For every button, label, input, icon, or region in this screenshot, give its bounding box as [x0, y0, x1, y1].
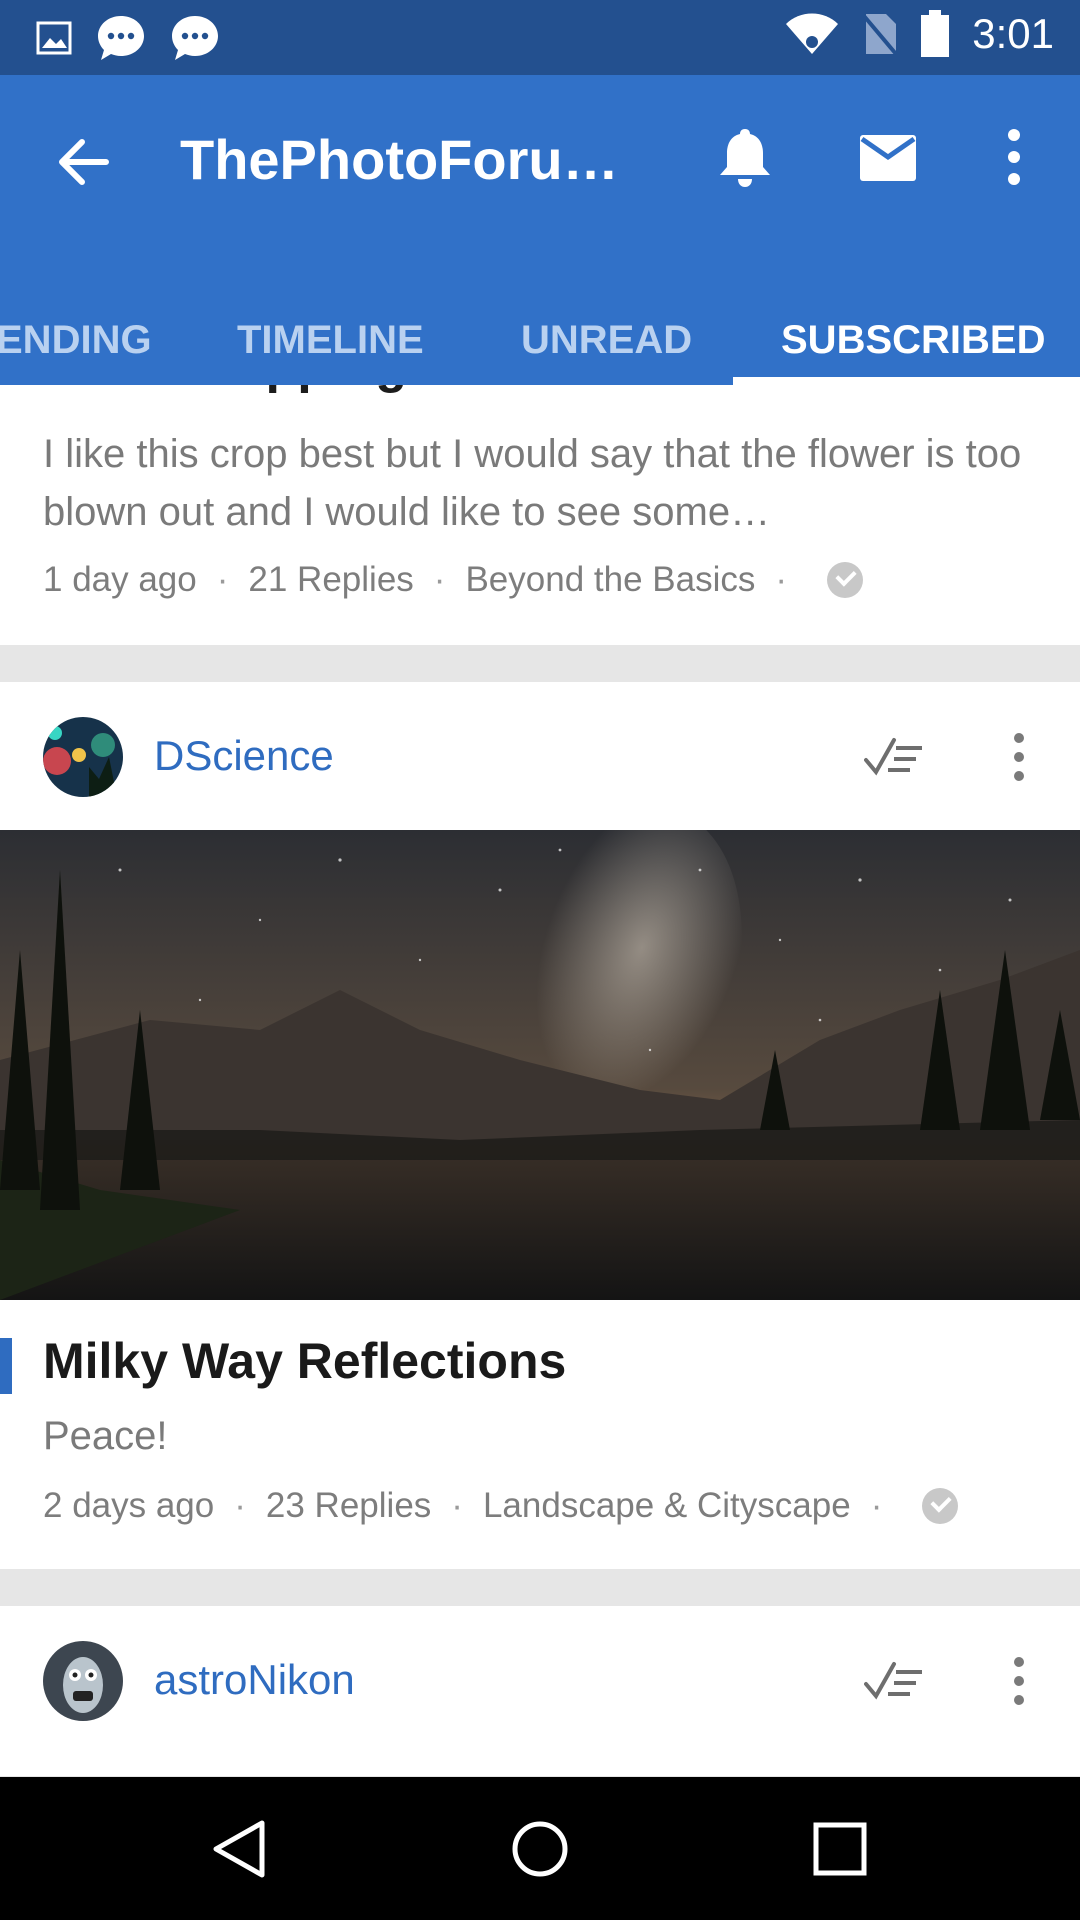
nav-home-button[interactable]	[508, 1817, 572, 1881]
item-overflow-button[interactable]	[1010, 732, 1028, 782]
nav-recents-button[interactable]	[808, 1817, 872, 1881]
nav-recents-icon	[813, 1822, 867, 1876]
author-row: astroNikon	[0, 1606, 1080, 1756]
messages-button[interactable]	[858, 133, 918, 183]
topic-title: Head cropping	[43, 385, 407, 395]
topic-forum[interactable]: Beyond the Basics	[465, 560, 755, 600]
avatar[interactable]	[43, 717, 123, 797]
milky-way-photo	[0, 830, 1080, 1300]
clock: 3:01	[972, 10, 1054, 57]
topic-forum[interactable]: Landscape & Cityscape	[483, 1486, 851, 1526]
topic-replies: 23 Replies	[265, 1486, 432, 1525]
bell-icon	[720, 129, 770, 187]
mark-read-button[interactable]	[864, 732, 924, 782]
notifications-button[interactable]	[715, 125, 775, 189]
tab-bar: ENDING TIMELINE UNREAD SUBSCRIBED	[0, 290, 1080, 385]
app-bar: ThePhotoForum… ENDING TIMELINE UNREAD SU…	[0, 75, 1080, 385]
nav-home-icon	[512, 1821, 568, 1877]
tab-trending[interactable]: ENDING	[0, 290, 152, 385]
topic-time: 2 days ago	[43, 1486, 215, 1525]
avatar-image	[43, 717, 123, 797]
author-row: DScience	[0, 682, 1080, 832]
wifi-icon	[786, 13, 839, 54]
topic-time: 1 day ago	[43, 560, 197, 599]
tab-indicator	[733, 377, 1080, 385]
nav-back-icon	[213, 1820, 265, 1878]
battery-icon	[921, 10, 950, 57]
back-arrow-icon	[59, 139, 109, 185]
status-bar-notifications	[36, 14, 220, 62]
tab-unread[interactable]: UNREAD	[521, 290, 692, 385]
separator-dot: ·	[216, 560, 229, 599]
status-bar-system: 3:01	[784, 10, 1054, 58]
topic-card[interactable]: DScience Milky Way Reflections Peace! 2 …	[0, 682, 1080, 1569]
topic-replies: 21 Replies	[248, 560, 414, 599]
mark-read-button[interactable]	[864, 1656, 924, 1706]
avatar-image	[43, 1641, 123, 1721]
topic-excerpt: I like this crop best but I would say th…	[43, 432, 1022, 534]
overflow-menu-button[interactable]	[996, 125, 1032, 189]
read-check-icon	[827, 562, 864, 598]
topic-image[interactable]	[0, 830, 1080, 1300]
chat-bubble-icon	[172, 16, 218, 60]
checklist-icon	[864, 738, 922, 776]
more-vert-icon	[1014, 733, 1024, 781]
more-vert-icon	[1008, 129, 1020, 185]
tab-subscribed[interactable]: SUBSCRIBED	[781, 290, 1045, 385]
app-title: ThePhotoForum…	[180, 128, 660, 191]
status-bar: 3:01	[0, 0, 1080, 75]
checklist-icon	[864, 1662, 922, 1700]
separator-dot: ·	[870, 1486, 883, 1525]
gallery-notification-icon	[36, 21, 72, 55]
system-navigation-bar	[0, 1777, 1080, 1920]
topic-card[interactable]: Head cropping I like this crop best but …	[0, 385, 1080, 645]
avatar[interactable]	[43, 1641, 123, 1721]
tab-timeline[interactable]: TIMELINE	[237, 290, 424, 385]
topic-card[interactable]: astroNikon	[0, 1606, 1080, 1776]
chat-bubble-icon	[98, 16, 144, 60]
no-sim-icon	[862, 14, 898, 56]
separator-dot: ·	[234, 1486, 246, 1525]
separator-dot: ·	[775, 560, 788, 599]
more-vert-icon	[1014, 1657, 1024, 1705]
read-check-icon	[922, 1488, 959, 1524]
nav-back-button[interactable]	[208, 1817, 272, 1881]
topic-meta: 2 days ago · 23 Replies · Landscape & Ci…	[43, 1486, 959, 1526]
author-name[interactable]: astroNikon	[154, 1656, 355, 1704]
unread-accent-bar	[0, 1338, 12, 1394]
separator-dot: ·	[451, 1486, 463, 1525]
item-overflow-button[interactable]	[1010, 1656, 1028, 1706]
mail-icon	[860, 135, 916, 181]
topic-excerpt: Peace!	[43, 1414, 168, 1458]
author-name[interactable]: DScience	[154, 732, 334, 780]
back-button[interactable]	[52, 130, 116, 194]
topic-title[interactable]: Milky Way Reflections	[43, 1332, 566, 1390]
separator-dot: ·	[433, 560, 446, 599]
topic-meta: 1 day ago · 21 Replies · Beyond the Basi…	[43, 560, 864, 600]
